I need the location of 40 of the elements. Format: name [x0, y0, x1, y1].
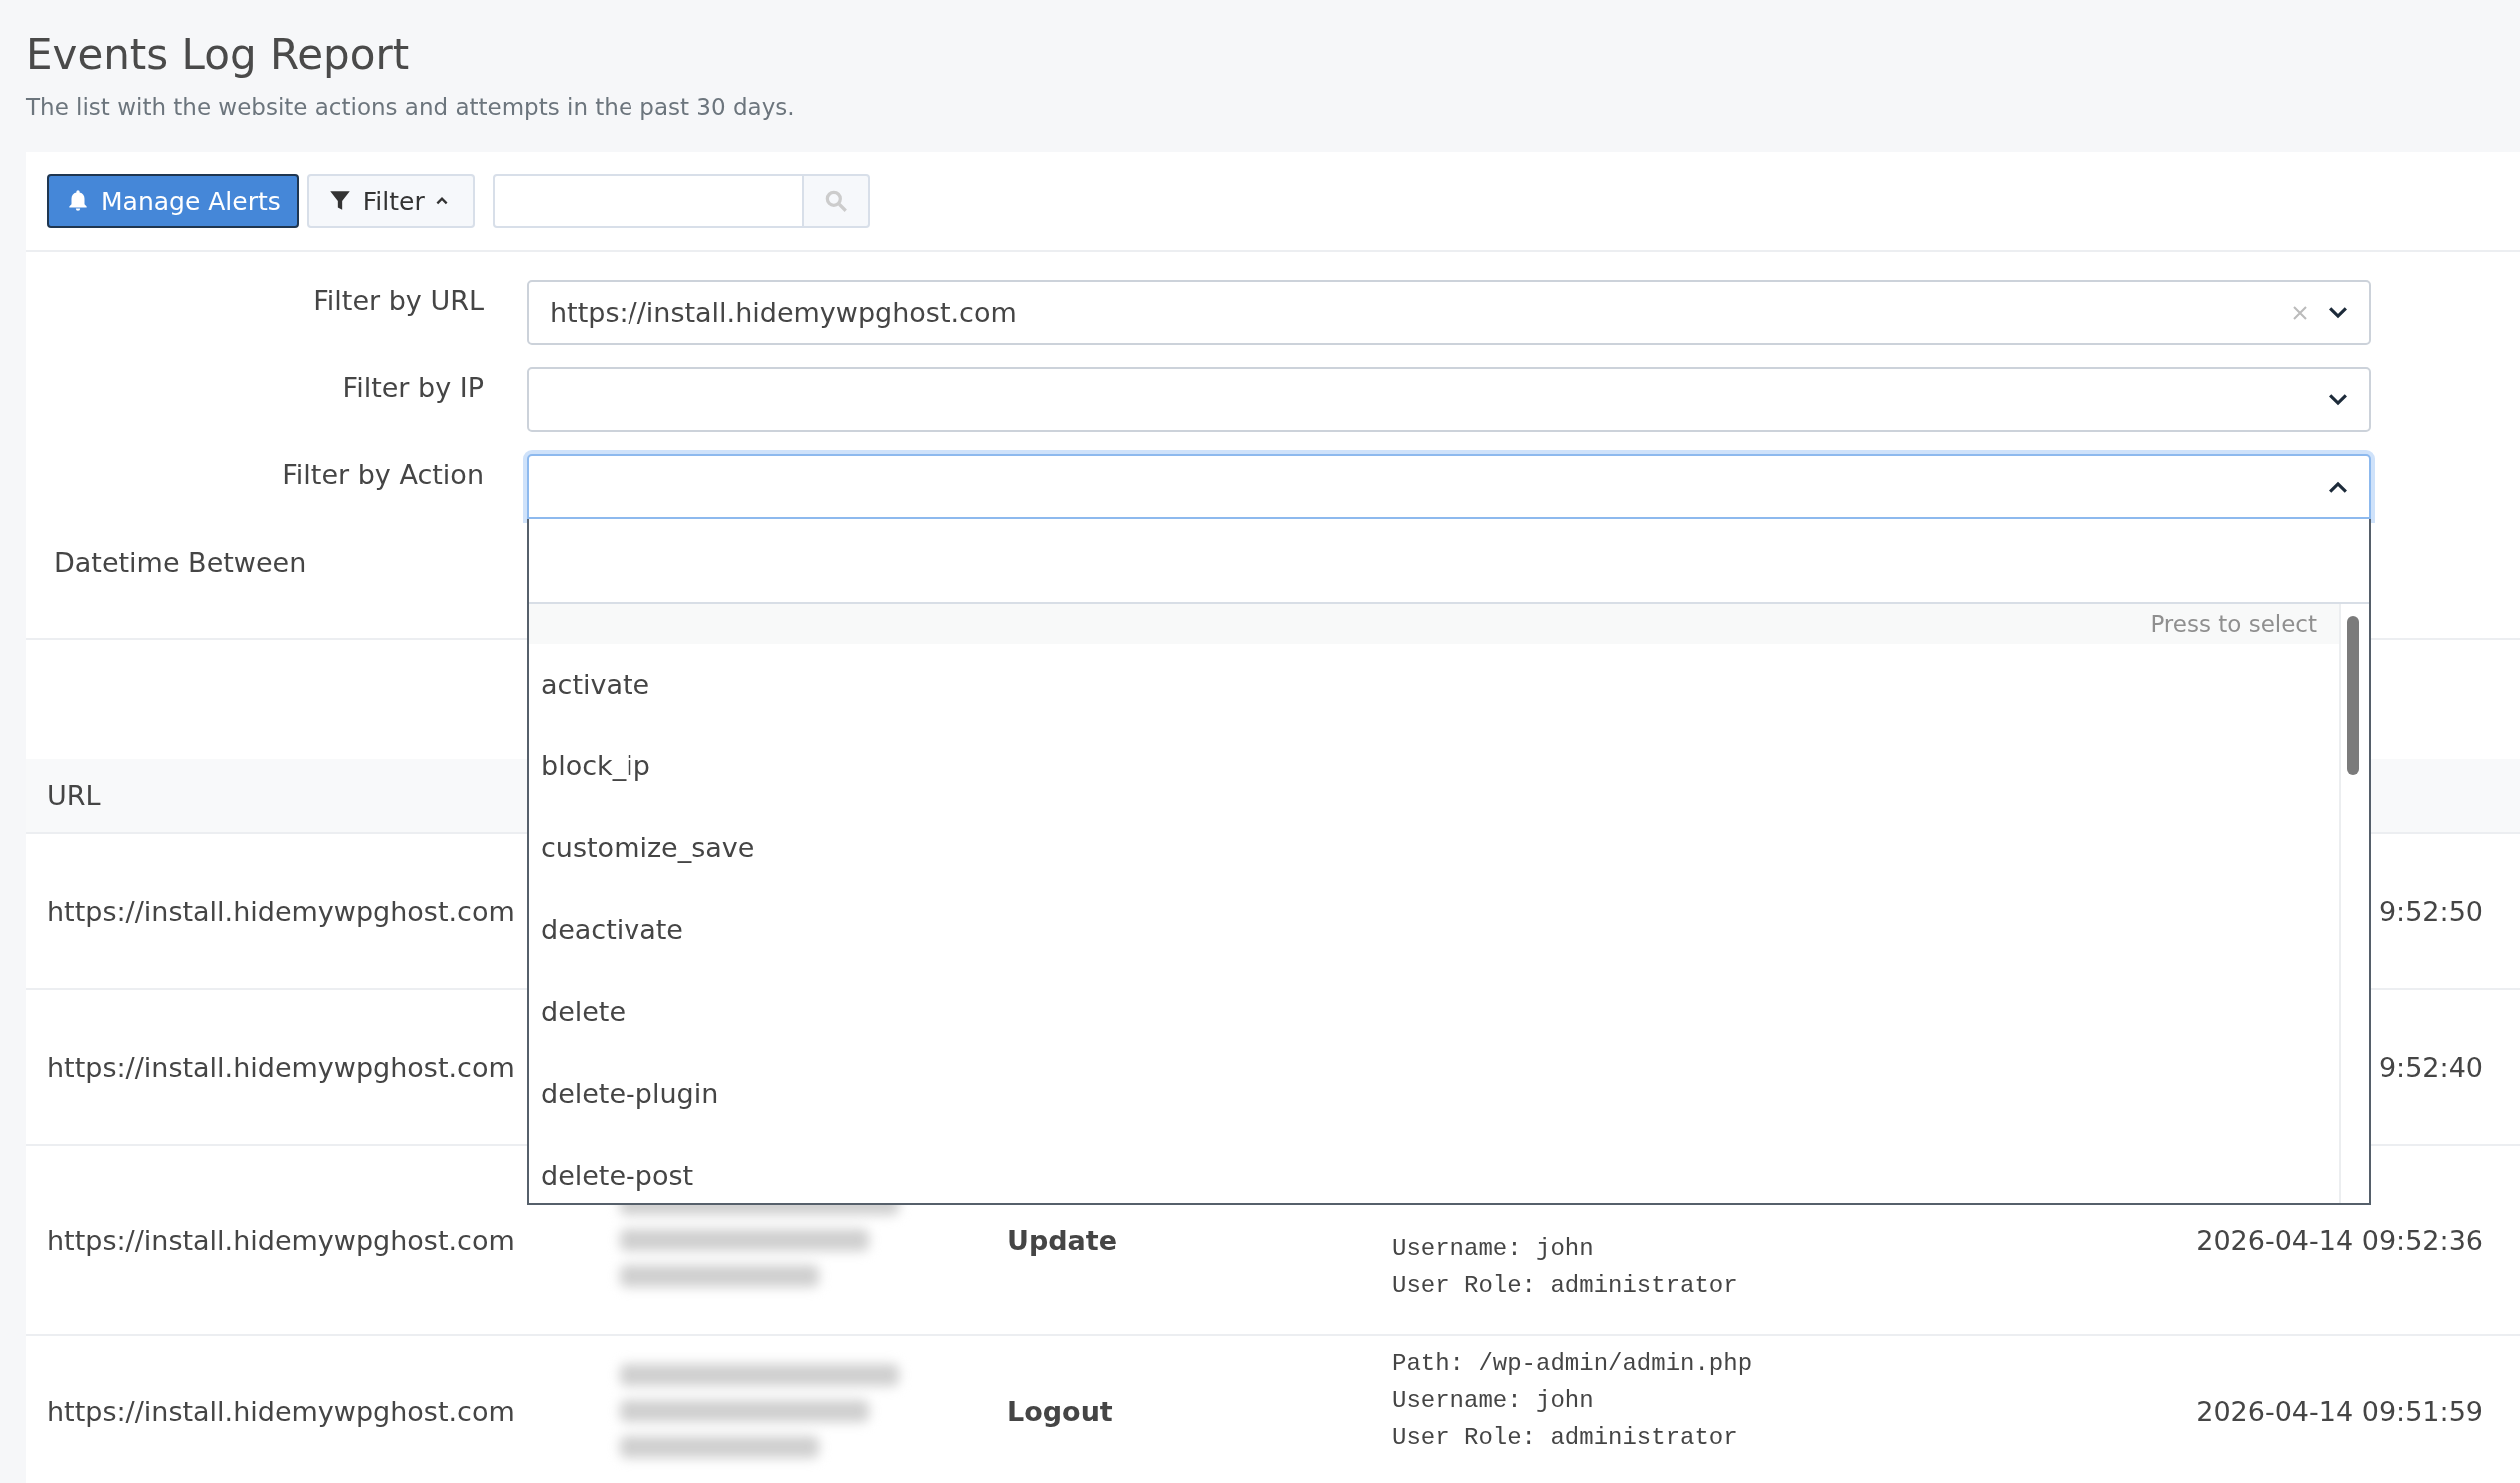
- dropdown-hint: Press to select: [2150, 611, 2317, 637]
- select-field[interactable]: https://install.hidemywpghost.com: [527, 280, 2371, 345]
- datetime-label: Datetime Between: [53, 546, 307, 580]
- page-title: Events Log Report: [26, 29, 411, 81]
- table-cell: https://install.hidemywpghost.com: [47, 895, 515, 927]
- detail-line: Username: john: [1392, 1386, 1595, 1416]
- filter-label: Filter by Action: [281, 458, 484, 492]
- dropdown-option[interactable]: delete-post: [529, 1135, 2339, 1203]
- search-field[interactable]: [492, 174, 804, 228]
- table-cell: https://install.hidemywpghost.com: [47, 1395, 515, 1427]
- datetime-cell: 2026-04-14 09:51:59: [2196, 1395, 2483, 1427]
- chevron-icon[interactable]: [2327, 304, 2349, 321]
- chevron-icon[interactable]: [2327, 391, 2349, 408]
- datetime-cell: 2026-04-14 09:52:36: [2196, 1224, 2483, 1256]
- table-cell: https://install.hidemywpghost.com: [47, 1051, 515, 1083]
- detail-line: Path: /wp-admin/admin.php: [1392, 1349, 1753, 1379]
- table-cell: https://install.hidemywpghost.com: [47, 1224, 515, 1256]
- dropdown-option[interactable]: deactivate: [529, 889, 2339, 971]
- search-button[interactable]: [803, 174, 870, 228]
- dropdown-option[interactable]: delete-plugin: [529, 1053, 2339, 1135]
- action-name: Logout: [1007, 1395, 1113, 1427]
- dropdown-option[interactable]: block_ip: [529, 726, 2339, 807]
- datetime-cell: 9:52:50: [2378, 895, 2483, 927]
- dropdown-option[interactable]: delete: [529, 971, 2339, 1053]
- select-field[interactable]: [527, 367, 2371, 432]
- datetime-cell: 9:52:40: [2378, 1051, 2483, 1083]
- filter-label: Filter by IP: [341, 371, 484, 405]
- action-name: Update: [1007, 1224, 1118, 1256]
- page-subtitle: The list with the website actions and attempts in the past 30 days.: [26, 93, 796, 122]
- detail-line: Username: john: [1392, 1234, 1595, 1264]
- detail-line: User Role: administrator: [1392, 1423, 1739, 1453]
- detail-line: User Role: administrator: [1392, 1271, 1738, 1301]
- clear-icon[interactable]: [2291, 303, 2309, 322]
- filter-button[interactable]: Filter: [306, 174, 475, 228]
- filter-label: Filter by URL: [312, 284, 484, 318]
- column-header: URL: [47, 780, 101, 811]
- dropdown-option[interactable]: activate: [529, 644, 2339, 726]
- manage-alerts-button[interactable]: Manage Alerts: [47, 174, 299, 228]
- dropdown-option[interactable]: customize_save: [529, 807, 2339, 889]
- scrollbar-thumb[interactable]: [2347, 616, 2359, 775]
